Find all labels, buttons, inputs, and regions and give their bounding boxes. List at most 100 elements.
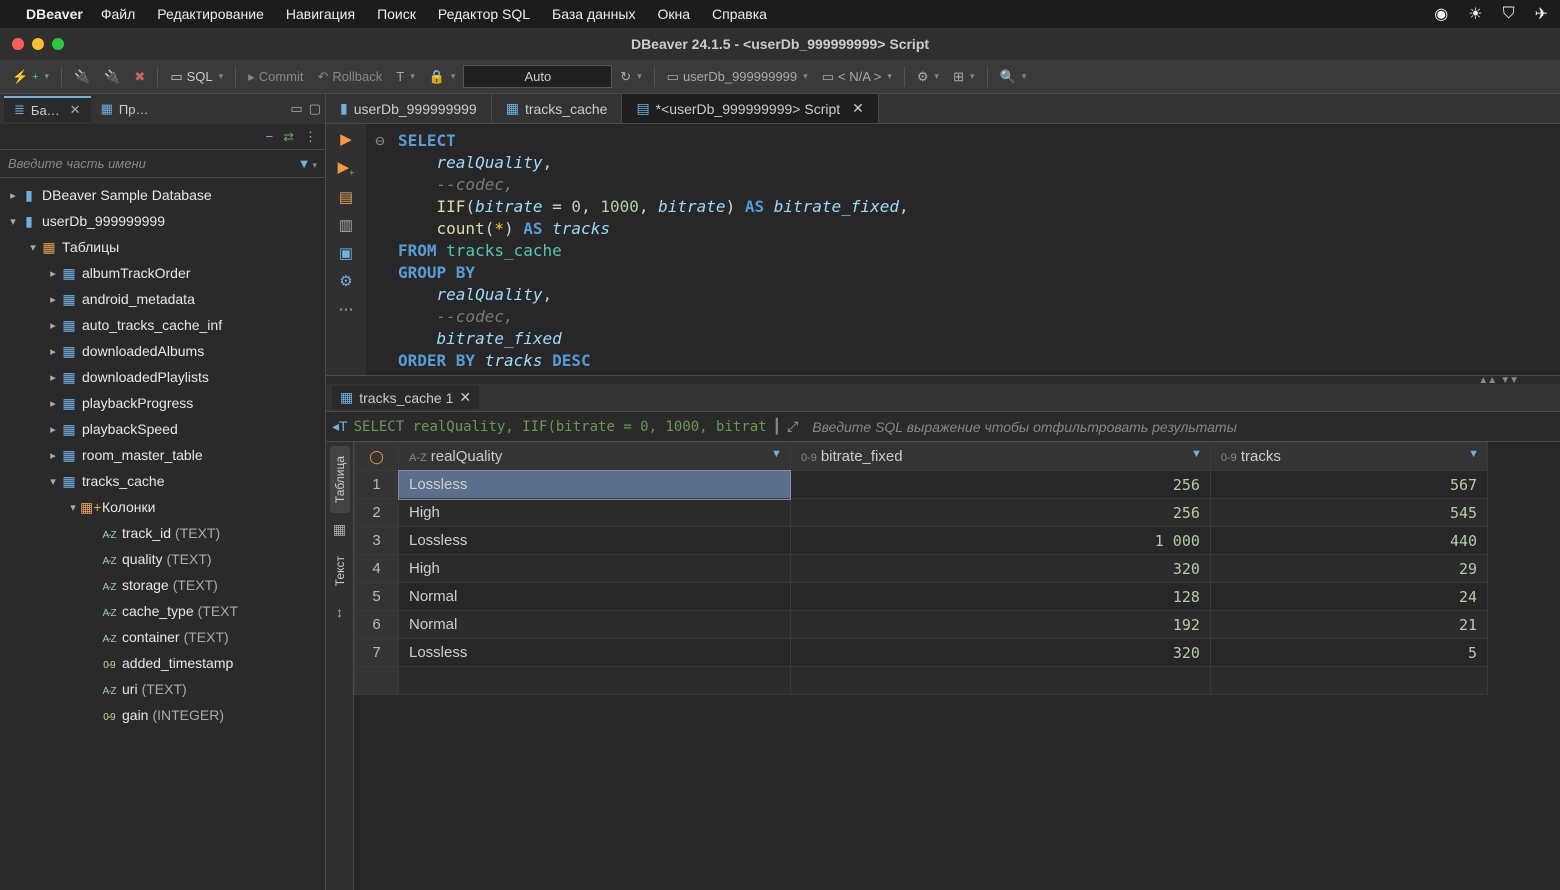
tree-item[interactable]: ▸▦playbackSpeed bbox=[0, 416, 325, 442]
result-tab[interactable]: ▦ tracks_cache 1 ✕ bbox=[332, 386, 479, 409]
chevron-icon[interactable]: ▾ bbox=[6, 215, 20, 228]
editor-tab[interactable]: ▮userDb_999999999 bbox=[326, 94, 492, 123]
tree-item[interactable]: ▾▮userDb_999999999 bbox=[0, 208, 325, 234]
tree-item[interactable]: 0-9gain(INTEGER) bbox=[0, 702, 325, 728]
code-area[interactable]: ⊖SELECT realQuality, --codec, IIF(bitrat… bbox=[366, 124, 1560, 375]
cell[interactable]: 256 bbox=[790, 499, 1210, 527]
tree-item[interactable]: ▸▦auto_tracks_cache_inf bbox=[0, 312, 325, 338]
tree-item[interactable]: A-Ztrack_id(TEXT) bbox=[0, 520, 325, 546]
cell[interactable]: 256 bbox=[790, 471, 1210, 499]
cell[interactable]: 320 bbox=[790, 555, 1210, 583]
run-script-icon[interactable]: ▤ bbox=[339, 188, 353, 206]
tree-item[interactable]: ▸▦android_metadata bbox=[0, 286, 325, 312]
sql-editor-button[interactable]: ▭ SQL▾ bbox=[164, 66, 229, 88]
lock-button[interactable]: 🔒▾ bbox=[423, 66, 462, 88]
column-header[interactable]: 0-9bitrate_fixed▼ bbox=[790, 443, 1210, 471]
chevron-icon[interactable]: ▸ bbox=[46, 371, 60, 384]
horizontal-splitter[interactable]: ▲▲ ▼▼ bbox=[326, 376, 1560, 384]
tree-item[interactable]: ▸▮DBeaver Sample Database bbox=[0, 182, 325, 208]
tree-item[interactable]: ▸▦downloadedPlaylists bbox=[0, 364, 325, 390]
tree-item[interactable]: A-Zuri(TEXT) bbox=[0, 676, 325, 702]
tree-item[interactable]: ▾▦tracks_cache bbox=[0, 468, 325, 494]
row-number[interactable]: 2 bbox=[355, 499, 399, 527]
minimize-icon[interactable]: ▭ bbox=[290, 101, 302, 117]
sort-icon[interactable]: ▼ bbox=[1468, 448, 1479, 460]
search-button[interactable]: 🔍▾ bbox=[994, 66, 1033, 88]
new-connection-button[interactable]: ⚡+▾ bbox=[6, 66, 55, 88]
table-row[interactable]: 7Lossless3205 bbox=[355, 639, 1560, 667]
chevron-icon[interactable]: ▸ bbox=[46, 449, 60, 462]
link-icon[interactable]: ⇄ bbox=[283, 129, 294, 145]
result-filter-input[interactable]: Введите SQL выражение чтобы отфильтроват… bbox=[804, 419, 1554, 435]
row-number[interactable]: 4 bbox=[355, 555, 399, 583]
row-number[interactable]: 1 bbox=[355, 471, 399, 499]
tree-item[interactable]: ▸▦albumTrackOrder bbox=[0, 260, 325, 286]
column-header[interactable]: 0-9tracks▼ bbox=[1210, 443, 1487, 471]
tree-item[interactable]: A-Zcontainer(TEXT) bbox=[0, 624, 325, 650]
more-dots-icon[interactable]: ⋯ bbox=[339, 300, 354, 318]
tree-item[interactable]: ▾▦Таблицы bbox=[0, 234, 325, 260]
row-number[interactable]: 5 bbox=[355, 583, 399, 611]
sort-icon[interactable]: ▼ bbox=[771, 448, 782, 460]
column-header[interactable]: A-ZrealQuality▼ bbox=[399, 443, 791, 471]
mac-menu-item[interactable]: База данных bbox=[552, 6, 635, 22]
mac-menu-item[interactable]: Поиск bbox=[377, 6, 416, 22]
record-icon[interactable]: ◉ bbox=[1434, 4, 1448, 24]
cell[interactable]: Normal bbox=[399, 583, 791, 611]
tree-item[interactable]: A-Zcache_type(TEXT bbox=[0, 598, 325, 624]
cell[interactable]: 440 bbox=[1210, 527, 1487, 555]
cell[interactable]: 21 bbox=[1210, 611, 1487, 639]
chevron-icon[interactable]: ▸ bbox=[46, 319, 60, 332]
connect-button[interactable]: 🔌 bbox=[68, 66, 96, 88]
run-new-icon[interactable]: ▶+ bbox=[338, 158, 355, 178]
settings-gear-icon[interactable]: ⚙ bbox=[339, 272, 352, 290]
row-number[interactable]: 7 bbox=[355, 639, 399, 667]
cell[interactable]: 320 bbox=[790, 639, 1210, 667]
connection-selector[interactable]: ▭ userDb_999999999▾ bbox=[661, 66, 814, 88]
grid-vtab-text[interactable]: Текст bbox=[330, 546, 350, 596]
row-number[interactable]: 3 bbox=[355, 527, 399, 555]
chevron-icon[interactable]: ▾ bbox=[66, 501, 80, 514]
disconnect-button[interactable]: 🔌 bbox=[98, 66, 126, 88]
database-tree[interactable]: ▸▮DBeaver Sample Database▾▮userDb_999999… bbox=[0, 178, 325, 890]
minimize-window-button[interactable] bbox=[32, 38, 44, 50]
layout-button[interactable]: ⊞▾ bbox=[947, 66, 980, 88]
cell[interactable]: 128 bbox=[790, 583, 1210, 611]
cell[interactable]: Lossless bbox=[399, 639, 791, 667]
cell[interactable]: 24 bbox=[1210, 583, 1487, 611]
expand-icon[interactable]: ⤢ bbox=[787, 418, 798, 435]
grid-icon[interactable]: ▦ bbox=[333, 517, 346, 542]
table-row[interactable]: 2High256545 bbox=[355, 499, 1560, 527]
cell[interactable]: Lossless bbox=[399, 471, 791, 499]
tree-item[interactable]: A-Zstorage(TEXT) bbox=[0, 572, 325, 598]
cell[interactable]: High bbox=[399, 499, 791, 527]
mac-menu-item[interactable]: Навигация bbox=[286, 6, 355, 22]
table-row[interactable]: 3Lossless1 000440 bbox=[355, 527, 1560, 555]
results-grid[interactable]: ◯A-ZrealQuality▼0-9bitrate_fixed▼0-9trac… bbox=[354, 442, 1560, 890]
cell[interactable]: 567 bbox=[1210, 471, 1487, 499]
grid-vtab-table[interactable]: Таблица bbox=[330, 446, 350, 513]
tree-item[interactable]: ▸▦room_master_table bbox=[0, 442, 325, 468]
cell[interactable]: Lossless bbox=[399, 527, 791, 555]
close-icon[interactable]: ✕ bbox=[852, 100, 864, 117]
chevron-icon[interactable]: ▸ bbox=[46, 293, 60, 306]
tree-item[interactable]: ▸▦downloadedAlbums bbox=[0, 338, 325, 364]
cell[interactable]: 1 000 bbox=[790, 527, 1210, 555]
editor-tab[interactable]: ▦tracks_cache bbox=[492, 94, 623, 123]
mac-menu-item[interactable]: Справка bbox=[712, 6, 767, 22]
explain-icon[interactable]: ▥ bbox=[339, 216, 353, 234]
table-row[interactable]: 5Normal12824 bbox=[355, 583, 1560, 611]
commit-button[interactable]: ▸Commit bbox=[242, 66, 309, 88]
chevron-icon[interactable]: ▸ bbox=[6, 189, 20, 202]
execute-console-icon[interactable]: ▣ bbox=[339, 244, 353, 262]
cell[interactable]: High bbox=[399, 555, 791, 583]
chevron-icon[interactable]: ▸ bbox=[46, 397, 60, 410]
editor-tab[interactable]: ▤*<userDb_999999999> Script✕ bbox=[622, 94, 878, 123]
settings-button[interactable]: ⚙▾ bbox=[911, 66, 945, 88]
invalidate-button[interactable]: ✖ bbox=[128, 66, 151, 88]
app-name[interactable]: DBeaver bbox=[26, 6, 83, 22]
rollback-button[interactable]: ↶Rollback bbox=[311, 66, 388, 88]
mac-menu-item[interactable]: Редактор SQL bbox=[438, 6, 530, 22]
sidebar-tab-projects[interactable]: ▦ Пр… bbox=[91, 97, 159, 121]
maximize-icon[interactable]: ▢ bbox=[309, 101, 321, 117]
